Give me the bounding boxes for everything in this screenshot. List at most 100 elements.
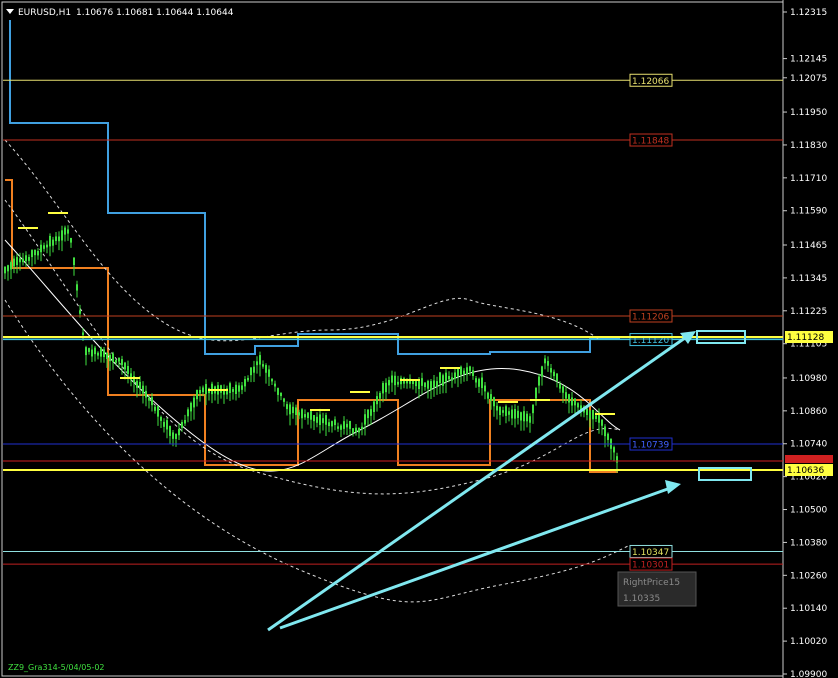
candle-body [250, 367, 252, 376]
candle-body [67, 229, 69, 234]
ohlc-readout: 1.10676 1.10681 1.10644 1.10644 [76, 8, 234, 18]
indicator-layer [4, 20, 631, 603]
candle-body [601, 419, 603, 426]
candle-body [538, 376, 540, 386]
candle-body [133, 375, 135, 383]
candle-body [436, 381, 438, 387]
symbol-dropdown-icon[interactable] [6, 9, 14, 14]
price-axis-label: 1.11830 [790, 141, 827, 151]
candle-body [586, 408, 588, 416]
candle-body [370, 409, 372, 416]
candle-body [22, 258, 24, 263]
candle-body [544, 358, 546, 364]
candle-body [475, 378, 477, 383]
candle-body [325, 415, 327, 425]
candle-body [391, 375, 393, 383]
candle-body [460, 366, 462, 375]
price-axis-label: 1.10260 [790, 571, 827, 581]
bid-red-tag-box [785, 455, 833, 463]
candle-body [604, 426, 606, 437]
candle-body [205, 384, 207, 395]
candle-body [148, 397, 150, 401]
candle-body [616, 456, 618, 463]
candle-body [238, 385, 240, 392]
candle-body [310, 411, 312, 420]
candle-body [112, 353, 114, 362]
candle-body [343, 421, 345, 429]
candles [4, 225, 618, 473]
candle-body [463, 370, 465, 375]
candle-body [304, 414, 306, 418]
price-axis: 1.12315 1.12145 1.12075 1.11950 1.11830 1.117… [783, 8, 833, 678]
candle-body [487, 392, 489, 399]
candle-body [565, 392, 567, 399]
price-axis-label: 1.10980 [790, 374, 827, 384]
candle-body [106, 352, 108, 360]
candle-body [298, 412, 300, 416]
candle-body [166, 420, 168, 430]
candle-body [253, 366, 255, 373]
right-price-name: RightPrice15 [623, 578, 680, 588]
price-axis-label: 1.11465 [790, 241, 827, 251]
candle-body [430, 381, 432, 390]
candle-body [535, 387, 537, 399]
candle-body [493, 397, 495, 407]
chart-canvas[interactable]: EURUSD,H1 1.10676 1.10681 1.10644 1.1064… [0, 0, 838, 678]
candle-body [319, 414, 321, 425]
candle-body [490, 394, 492, 401]
candle-body [145, 390, 147, 398]
candle-body [337, 426, 339, 429]
candle-body [31, 250, 33, 258]
candle-body [388, 380, 390, 386]
candle-body [175, 433, 177, 439]
candle-body [340, 425, 342, 430]
candle-body [307, 412, 309, 419]
price-axis-label: 1.10020 [790, 637, 827, 647]
candle-body [235, 384, 237, 394]
candle-body [514, 409, 516, 419]
candle-body [199, 389, 201, 394]
candle-body [478, 378, 480, 387]
candle-body [271, 378, 273, 382]
candle-body [481, 377, 483, 389]
candle-body [61, 230, 63, 241]
candle-body [229, 383, 231, 394]
candle-body [454, 372, 456, 379]
candle-body [13, 258, 15, 267]
candle-body [595, 415, 597, 419]
candle-body [97, 352, 99, 356]
candle-body [136, 380, 138, 388]
candle-body [187, 409, 189, 417]
candle-body [181, 422, 183, 428]
candle-body [40, 244, 42, 253]
candle-body [379, 392, 381, 399]
bid-price-tag: 1.10636 [787, 466, 824, 476]
right-price-value: 1.10335 [623, 594, 660, 604]
candle-body [232, 389, 234, 392]
candle-body [433, 380, 435, 388]
candle-body [355, 427, 357, 432]
candle-body [268, 369, 270, 377]
candle-body [529, 416, 531, 423]
candle-body [394, 375, 396, 386]
candle-body [457, 368, 459, 377]
candle-body [421, 378, 423, 386]
candle-body [70, 237, 72, 243]
candle-body [79, 310, 81, 314]
candle-body [607, 433, 609, 440]
candle-body [286, 404, 288, 410]
candle-body [265, 365, 267, 373]
candle-body [445, 372, 447, 382]
candle-body [373, 401, 375, 412]
candle-body [367, 409, 369, 419]
candle-body [292, 406, 294, 414]
candle-body [7, 265, 9, 272]
candle-body [193, 397, 195, 408]
candle-body [502, 410, 504, 413]
candle-body [190, 402, 192, 412]
arrow-up-shallow [279, 484, 677, 630]
candle-body [553, 371, 555, 377]
candle-body [376, 396, 378, 405]
level-tag-label: 1.10739 [632, 441, 669, 451]
candle-body [256, 361, 258, 366]
